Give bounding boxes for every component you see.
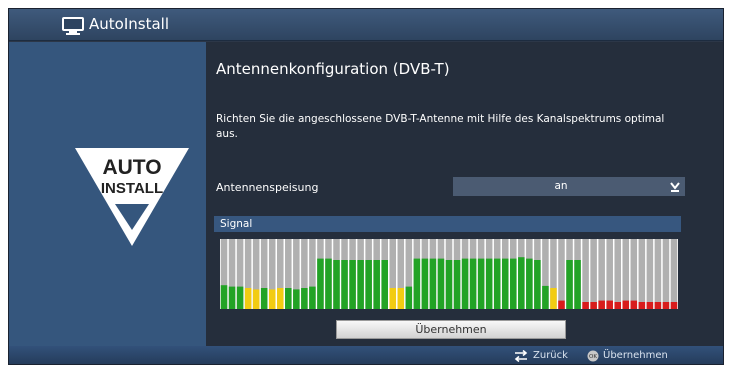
channel-level-bar (317, 258, 324, 309)
channel-level-bar (590, 302, 597, 309)
signal-label: Signal (220, 218, 253, 230)
channel-level-bar (220, 285, 228, 309)
channel-level-bar (268, 289, 276, 309)
screen: AutoInstall AUTO INSTALL Antennenkonfigu… (8, 8, 724, 365)
channel-level-bar (477, 258, 485, 309)
channel-spectrum (220, 239, 678, 309)
channel-level-bar (405, 286, 413, 309)
swap-arrows-icon[interactable] (513, 350, 529, 362)
ok-button-icon[interactable]: OK (587, 350, 599, 362)
autoinstall-logo: AUTO INSTALL (75, 148, 189, 246)
footer-apply-label[interactable]: Übernehmen (603, 350, 668, 361)
footer-bar: Zurück OK Übernehmen (9, 346, 723, 364)
channel-level-bar (630, 300, 638, 309)
channel-level-bar (606, 300, 613, 309)
channel-slot (662, 239, 670, 309)
channel-level-bar (501, 258, 509, 309)
channel-level-bar (389, 288, 397, 309)
channel-level-bar (582, 302, 589, 309)
channel-level-bar (646, 302, 654, 309)
channel-level-bar (309, 286, 316, 309)
logo-text-auto: AUTO (102, 156, 161, 179)
channel-slot (630, 239, 638, 309)
channel-level-bar (526, 258, 533, 309)
channel-level-bar (325, 258, 332, 309)
channel-level-bar (252, 289, 260, 309)
logo-text-install: INSTALL (101, 180, 163, 197)
window-title: AutoInstall (89, 15, 169, 33)
page-heading: Antennenkonfiguration (DVB-T) (216, 60, 450, 78)
channel-slot (582, 239, 589, 309)
channel-level-bar (638, 302, 646, 309)
channel-slot (598, 239, 605, 309)
antenna-power-value: an (554, 180, 568, 192)
chevron-down-icon (670, 182, 680, 192)
channel-level-bar (566, 260, 573, 309)
channel-slot (638, 239, 646, 309)
channel-level-bar (493, 258, 501, 309)
antenna-power-select[interactable]: an (453, 177, 685, 196)
left-panel: AUTO INSTALL (9, 42, 206, 346)
channel-level-bar (301, 288, 308, 309)
channel-level-bar (614, 302, 622, 309)
channel-level-bar (485, 258, 493, 309)
channel-slot (590, 239, 597, 309)
channel-level-bar (654, 302, 662, 309)
channel-level-bar (341, 260, 348, 309)
antenna-power-label: Antennenspeisung (216, 181, 319, 194)
instruction-text: Richten Sie die angeschlossene DVB-T-Ant… (216, 113, 665, 140)
main-panel: Antennenkonfiguration (DVB-T) Richten Si… (206, 42, 723, 346)
channel-slot (606, 239, 613, 309)
channel-level-bar (349, 260, 356, 309)
channel-level-bar (276, 288, 284, 309)
channel-level-bar (469, 258, 477, 309)
signal-header: Signal (214, 216, 681, 232)
channel-level-bar (598, 300, 605, 309)
channel-level-bar (461, 258, 469, 309)
footer-back-label[interactable]: Zurück (533, 350, 568, 361)
channel-level-bar (333, 260, 340, 309)
channel-slot (558, 239, 565, 309)
channel-level-bar (260, 288, 268, 309)
channel-level-bar (429, 258, 437, 309)
channel-level-bar (453, 260, 461, 309)
channel-level-bar (534, 260, 541, 309)
header-bar: AutoInstall (9, 9, 723, 41)
channel-level-bar (244, 288, 252, 309)
channel-level-bar (413, 258, 421, 309)
channel-level-bar (357, 260, 364, 309)
channel-level-bar (510, 258, 517, 309)
svg-text:OK: OK (589, 354, 597, 360)
channel-level-bar (574, 260, 581, 309)
channel-level-bar (421, 258, 429, 309)
tv-icon (62, 17, 84, 35)
channel-level-bar (662, 302, 670, 309)
channel-level-bar (542, 285, 549, 309)
channel-level-bar (558, 300, 565, 309)
channel-level-bar (373, 260, 380, 309)
channel-level-bar (381, 260, 388, 309)
channel-level-bar (228, 286, 236, 309)
channel-level-bar (293, 289, 300, 309)
channel-level-bar (622, 300, 630, 309)
channel-slot (646, 239, 654, 309)
channel-level-bar (518, 257, 525, 309)
channel-slot (614, 239, 622, 309)
channel-level-bar (445, 260, 453, 309)
channel-level-bar (365, 260, 372, 309)
apply-button[interactable]: Übernehmen (336, 320, 566, 339)
channel-level-bar (550, 288, 557, 309)
channel-slot (654, 239, 662, 309)
channel-level-bar (437, 258, 445, 309)
channel-level-bar (285, 288, 292, 309)
channel-level-bar (670, 302, 678, 309)
channel-level-bar (236, 286, 244, 309)
channel-slot (670, 239, 678, 309)
channel-slot (622, 239, 630, 309)
channel-level-bar (397, 288, 405, 309)
